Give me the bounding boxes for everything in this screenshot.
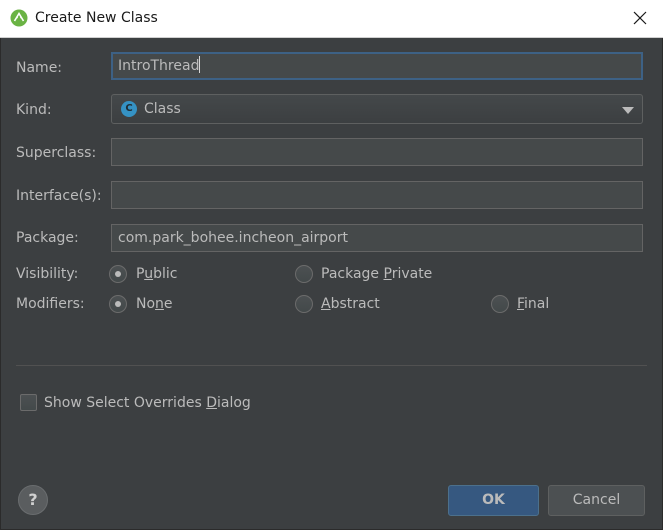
package-input[interactable]: com.park_bohee.incheon_airport	[111, 224, 643, 252]
package-label: Package:	[16, 230, 79, 246]
superclass-input[interactable]	[111, 138, 643, 166]
visibility-package-private-radio[interactable]	[295, 265, 313, 283]
visibility-label: Visibility:	[16, 266, 79, 282]
help-button[interactable]: ?	[18, 485, 48, 515]
class-icon: C	[121, 101, 137, 117]
superclass-label: Superclass:	[16, 145, 97, 161]
android-studio-icon	[10, 9, 28, 27]
name-label: Name:	[16, 60, 63, 76]
modifier-abstract-label[interactable]: Abstract	[321, 296, 380, 312]
cancel-button[interactable]: Cancel	[548, 485, 645, 516]
visibility-package-private-label[interactable]: Package Private	[321, 266, 432, 282]
name-input[interactable]: IntroThread	[111, 52, 643, 80]
modifiers-label: Modifiers:	[16, 296, 85, 312]
kind-selected-value: Class	[144, 101, 181, 117]
kind-dropdown[interactable]: C Class	[111, 94, 643, 124]
modifier-final-radio[interactable]	[491, 295, 509, 313]
close-icon[interactable]	[629, 7, 651, 29]
visibility-public-radio[interactable]	[109, 265, 127, 283]
modifier-abstract-radio[interactable]	[295, 295, 313, 313]
separator	[16, 365, 647, 366]
interfaces-input[interactable]	[111, 181, 643, 209]
modifier-none-label[interactable]: None	[136, 296, 173, 312]
interfaces-label: Interface(s):	[16, 188, 102, 204]
title-bar: Create New Class	[0, 0, 663, 38]
ok-button[interactable]: OK	[448, 485, 539, 516]
chevron-down-icon	[622, 107, 634, 114]
name-input-value: IntroThread	[118, 58, 200, 74]
modifier-none-radio[interactable]	[109, 295, 127, 313]
show-overrides-checkbox[interactable]	[20, 394, 37, 411]
visibility-public-label[interactable]: Public	[136, 266, 177, 282]
show-overrides-label[interactable]: Show Select Overrides Dialog	[44, 395, 251, 411]
text-caret	[199, 56, 201, 73]
modifier-final-label[interactable]: Final	[517, 296, 549, 312]
kind-label: Kind:	[16, 102, 52, 118]
window-title: Create New Class	[35, 10, 158, 26]
